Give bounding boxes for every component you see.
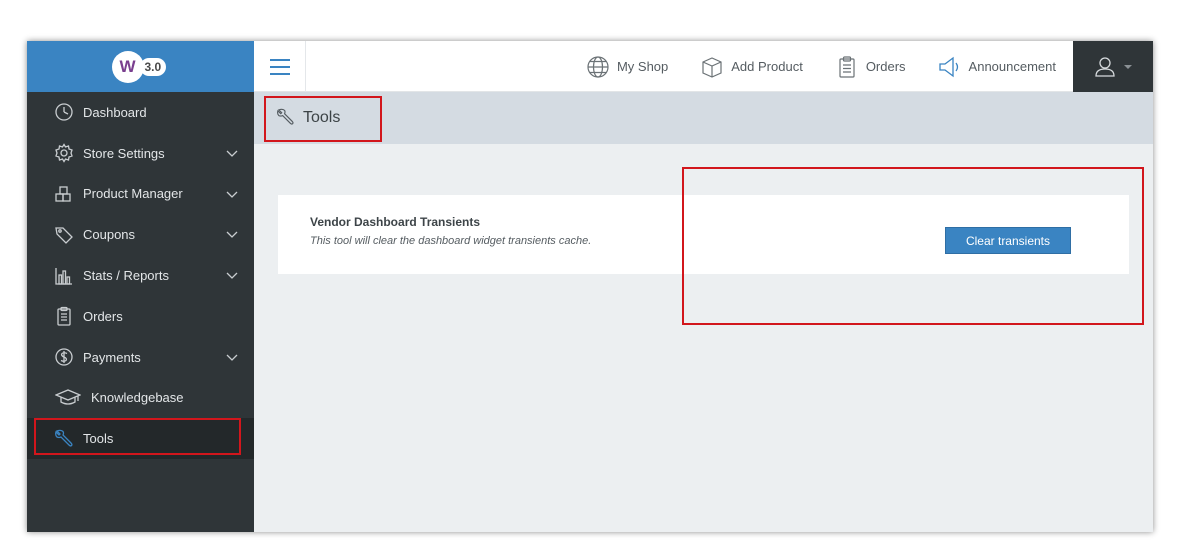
logo[interactable]: W 3.0 — [111, 50, 170, 84]
boxes-icon — [53, 183, 75, 205]
tag-icon — [53, 224, 75, 246]
sidebar-item-label: Stats / Reports — [83, 268, 169, 284]
top-bar: My Shop Add Product Orders Announcement — [254, 41, 1153, 92]
chevron-down-icon[interactable] — [226, 269, 238, 281]
tool-card-title: Vendor Dashboard Transients — [310, 215, 481, 229]
sidebar-item-knowledgebase[interactable]: Knowledgebase — [27, 378, 254, 419]
sidebar-item-dashboard[interactable]: Dashboard — [27, 92, 254, 133]
top-link-label: My Shop — [616, 59, 669, 74]
tool-card-description: This tool will clear the dashboard widge… — [310, 235, 592, 247]
sidebar-item-label: Product Manager — [83, 186, 183, 202]
globe-icon — [587, 55, 609, 78]
gear-icon — [53, 142, 75, 164]
app-window: W 3.0 Dashboard Store Settings Product M… — [27, 41, 1153, 532]
graduation-cap-icon — [53, 387, 83, 409]
sidebar-item-label: Store Settings — [83, 145, 165, 161]
sidebar-item-label: Payments — [83, 349, 141, 365]
user-icon — [1095, 56, 1115, 77]
top-link-my-shop[interactable]: My Shop — [586, 55, 668, 79]
hamburger-icon — [269, 58, 290, 75]
sidebar: W 3.0 Dashboard Store Settings Product M… — [27, 41, 254, 532]
sidebar-item-store-settings[interactable]: Store Settings — [27, 133, 254, 174]
dollar-icon — [53, 346, 75, 368]
menu-toggle-button[interactable] — [254, 41, 306, 92]
sidebar-item-tools[interactable]: Tools — [27, 418, 254, 460]
sidebar-item-label: Knowledgebase — [91, 390, 184, 406]
chevron-down-icon[interactable] — [226, 147, 238, 159]
megaphone-icon — [938, 56, 958, 77]
box-icon — [702, 56, 722, 78]
top-link-orders[interactable]: Orders — [835, 55, 906, 79]
logo-version: 3.0 — [139, 57, 167, 76]
wrench-icon — [53, 428, 75, 450]
sidebar-item-orders[interactable]: Orders — [27, 296, 254, 337]
top-link-add-product[interactable]: Add Product — [700, 55, 803, 79]
sidebar-item-label: Dashboard — [83, 104, 147, 120]
top-link-label: Orders — [865, 59, 906, 74]
sidebar-item-payments[interactable]: Payments — [27, 337, 254, 378]
highlight-outline-clear-button-area — [682, 167, 1144, 325]
logo-bar: W 3.0 — [27, 41, 254, 92]
sidebar-item-label: Coupons — [83, 227, 136, 243]
top-links: My Shop Add Product Orders Announcement — [554, 41, 1056, 92]
chevron-down-icon[interactable] — [226, 188, 238, 200]
clipboard-icon — [53, 305, 75, 327]
dashboard-icon — [53, 101, 75, 123]
sidebar-item-product-manager[interactable]: Product Manager — [27, 174, 254, 215]
sidebar-item-label: Orders — [83, 308, 123, 324]
highlight-outline-page-title — [264, 96, 382, 142]
clipboard-icon — [839, 55, 855, 78]
bar-chart-icon — [53, 265, 75, 287]
user-menu[interactable] — [1073, 41, 1153, 92]
logo-mark: W — [111, 50, 144, 83]
chevron-down-icon[interactable] — [226, 228, 238, 240]
sidebar-item-stats-reports[interactable]: Stats / Reports — [27, 255, 254, 296]
caret-down-icon — [1124, 64, 1132, 69]
sidebar-nav: Dashboard Store Settings Product Manager — [27, 92, 254, 460]
top-link-label: Add Product — [731, 59, 803, 74]
top-link-label: Announcement — [968, 59, 1056, 74]
sidebar-item-label: Tools — [83, 431, 114, 447]
top-link-announcement[interactable]: Announcement — [938, 55, 1056, 79]
sidebar-item-coupons[interactable]: Coupons — [27, 214, 254, 255]
chevron-down-icon[interactable] — [226, 351, 238, 363]
page-header: Tools — [254, 92, 1153, 144]
